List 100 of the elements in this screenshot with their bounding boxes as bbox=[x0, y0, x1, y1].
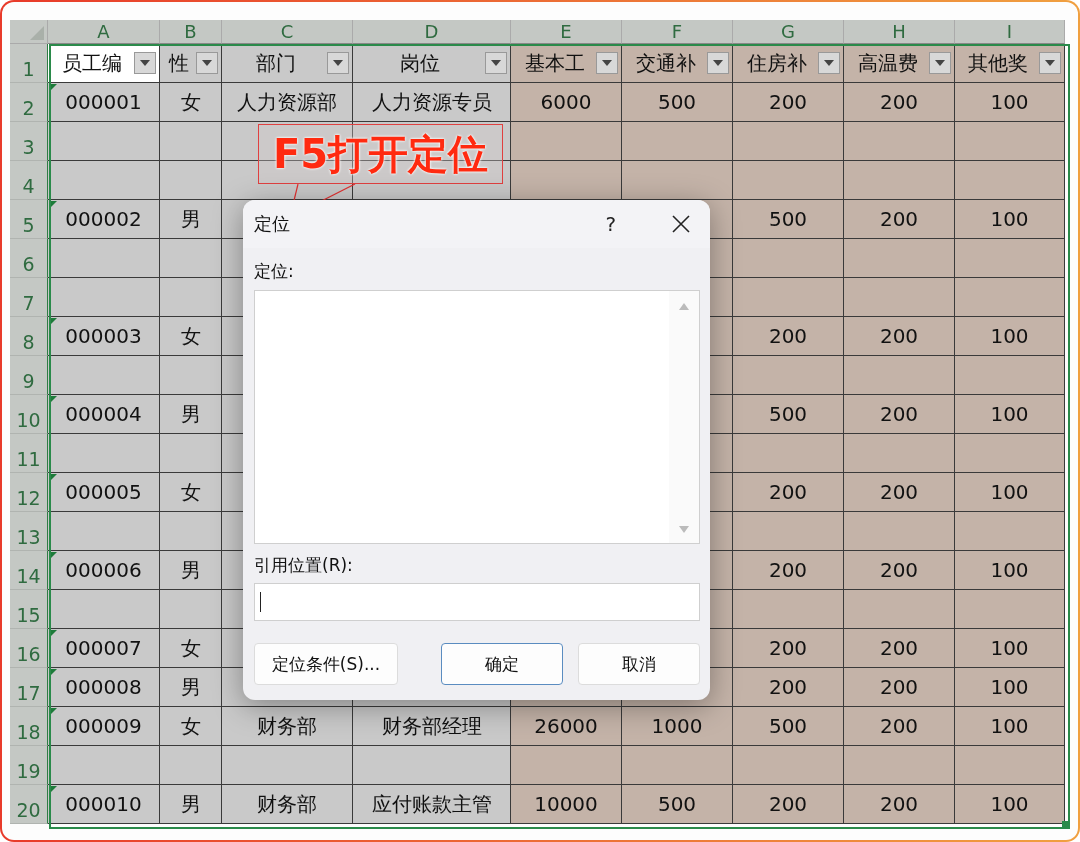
row-header[interactable]: 4 bbox=[10, 161, 48, 200]
table-cell[interactable]: 交通补 bbox=[622, 44, 733, 83]
cell-value: 500 bbox=[657, 90, 697, 114]
row-header[interactable]: 5 bbox=[10, 200, 48, 239]
caret-icon bbox=[824, 60, 834, 66]
dialog-title: 定位 bbox=[254, 212, 290, 236]
column-header[interactable]: E bbox=[511, 20, 622, 44]
cell-value: 100 bbox=[990, 558, 1029, 582]
cell-value: 200 bbox=[879, 636, 919, 660]
cell-value: 100 bbox=[990, 324, 1029, 348]
row-header[interactable]: 12 bbox=[10, 473, 48, 512]
column-title: 基本工 bbox=[523, 49, 586, 77]
column-title: 其他奖 bbox=[967, 49, 1029, 77]
filter-button[interactable] bbox=[596, 52, 618, 74]
table-cell[interactable]: 性 bbox=[160, 44, 222, 83]
fill-handle[interactable] bbox=[1062, 821, 1069, 828]
row-header[interactable]: 13 bbox=[10, 512, 48, 551]
cell-value: 200 bbox=[768, 558, 808, 582]
table-cell[interactable]: 部门 bbox=[222, 44, 353, 83]
cell-value: 200 bbox=[768, 675, 808, 699]
column-header[interactable]: D bbox=[353, 20, 511, 44]
filter-button[interactable] bbox=[134, 52, 156, 74]
filter-button[interactable] bbox=[327, 52, 349, 74]
cell-value: 000005 bbox=[65, 480, 142, 504]
filter-button[interactable] bbox=[1039, 52, 1061, 74]
cell-value: 10000 bbox=[534, 792, 598, 816]
row-header[interactable]: 17 bbox=[10, 668, 48, 707]
cell-value: 200 bbox=[879, 402, 919, 426]
cell-value: 100 bbox=[990, 675, 1029, 699]
column-header[interactable]: G bbox=[733, 20, 844, 44]
filter-button[interactable] bbox=[196, 52, 218, 74]
cell-value: 000009 bbox=[65, 714, 142, 738]
row-header[interactable]: 19 bbox=[10, 746, 48, 785]
table-cell[interactable]: 住房补 bbox=[733, 44, 844, 83]
caret-icon bbox=[713, 60, 723, 66]
column-header[interactable]: F bbox=[622, 20, 733, 44]
table-cell[interactable]: 员工编 bbox=[48, 44, 160, 83]
cell-value: 000008 bbox=[65, 675, 142, 699]
row-header[interactable]: 1 bbox=[10, 44, 48, 83]
column-header[interactable]: H bbox=[844, 20, 955, 44]
row-header[interactable]: 8 bbox=[10, 317, 48, 356]
cell-value: 000003 bbox=[65, 324, 142, 348]
cell-value: 000010 bbox=[65, 792, 142, 816]
cell-value: 应付账款主管 bbox=[371, 790, 492, 818]
row-header[interactable]: 14 bbox=[10, 551, 48, 590]
cell-value: 100 bbox=[990, 714, 1029, 738]
caret-icon bbox=[140, 60, 150, 66]
table-cell[interactable]: 高温费 bbox=[844, 44, 955, 83]
cell-value: 000004 bbox=[65, 402, 142, 426]
row-header[interactable]: 18 bbox=[10, 707, 48, 746]
table-cell[interactable]: 基本工 bbox=[511, 44, 622, 83]
reference-label: 引用位置(R): bbox=[254, 554, 354, 577]
cell-value: 200 bbox=[879, 324, 919, 348]
column-header[interactable]: I bbox=[955, 20, 1065, 44]
cell-value: 200 bbox=[768, 324, 808, 348]
cell-value: 女 bbox=[180, 478, 201, 506]
filter-button[interactable] bbox=[929, 52, 951, 74]
row-header[interactable]: 11 bbox=[10, 434, 48, 473]
cell-value: 200 bbox=[879, 792, 919, 816]
cell-value: 100 bbox=[990, 402, 1029, 426]
column-header[interactable]: A bbox=[48, 20, 160, 44]
caret-icon bbox=[333, 60, 343, 66]
row-header[interactable]: 15 bbox=[10, 590, 48, 629]
help-button[interactable]: ? bbox=[597, 212, 624, 236]
cell-value: 200 bbox=[768, 480, 808, 504]
row-header[interactable]: 7 bbox=[10, 278, 48, 317]
dialog-button[interactable]: 确定 bbox=[441, 643, 563, 685]
caret-icon bbox=[1045, 60, 1055, 66]
row-header[interactable]: 6 bbox=[10, 239, 48, 278]
dialog-button[interactable]: 取消 bbox=[578, 643, 700, 685]
cell-value: 200 bbox=[768, 636, 808, 660]
reference-field[interactable] bbox=[254, 583, 700, 621]
cell-value: 200 bbox=[879, 558, 919, 582]
table-cell[interactable]: 岗位 bbox=[353, 44, 511, 83]
table-cell[interactable]: 其他奖 bbox=[955, 44, 1065, 83]
column-title: 住房补 bbox=[745, 49, 808, 77]
column-header[interactable]: C bbox=[222, 20, 353, 44]
row-header[interactable]: 20 bbox=[10, 785, 48, 824]
cell-value: 6000 bbox=[540, 90, 592, 114]
cell-value: 女 bbox=[180, 634, 201, 662]
callout-label: F5打开定位 bbox=[258, 124, 503, 184]
cell-value: 200 bbox=[768, 792, 808, 816]
cell-value: 男 bbox=[180, 400, 201, 428]
row-header[interactable]: 16 bbox=[10, 629, 48, 668]
filter-button[interactable] bbox=[818, 52, 840, 74]
cell-value: 100 bbox=[990, 90, 1029, 114]
filter-button[interactable] bbox=[485, 52, 507, 74]
row-header[interactable]: 9 bbox=[10, 356, 48, 395]
cell-value: 财务部 bbox=[257, 790, 317, 818]
dialog-button[interactable]: 定位条件(S)... bbox=[254, 643, 398, 685]
row-header[interactable]: 2 bbox=[10, 83, 48, 122]
caret-icon bbox=[602, 60, 612, 66]
cell-value: 女 bbox=[180, 88, 201, 116]
cell-value: 100 bbox=[990, 207, 1029, 231]
column-title: 员工编 bbox=[61, 49, 123, 77]
cell-value: 人力资源专员 bbox=[371, 88, 492, 116]
row-header[interactable]: 10 bbox=[10, 395, 48, 434]
row-header[interactable]: 3 bbox=[10, 122, 48, 161]
filter-button[interactable] bbox=[707, 52, 729, 74]
column-header[interactable]: B bbox=[160, 20, 222, 44]
